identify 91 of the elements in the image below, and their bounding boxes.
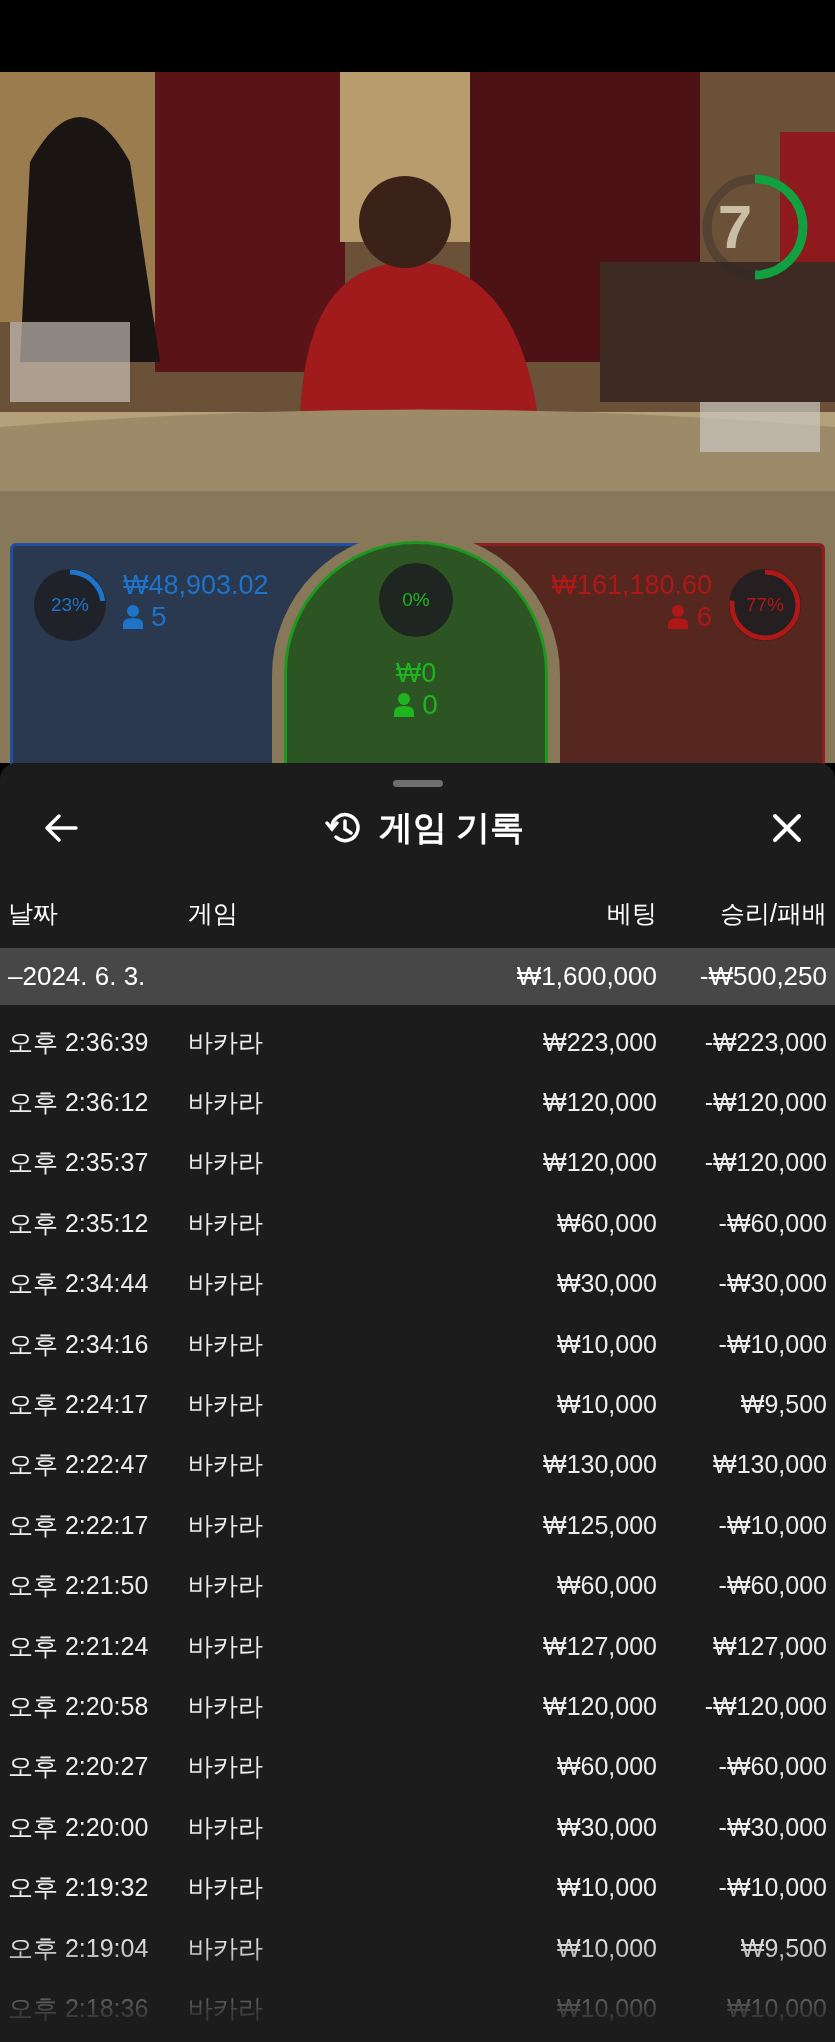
bet-cell-text: ₩10,000	[555, 1873, 657, 1903]
bet-cell-text: ₩120,000	[542, 1148, 657, 1178]
time-cell-text: 오후 2:24:17	[8, 1389, 150, 1421]
result-cell-text: -₩120,000	[703, 1692, 827, 1721]
result-cell-text: -₩30,000	[717, 1269, 827, 1299]
bet-cell-text: ₩223,000	[542, 1027, 657, 1057]
bet-cell-text: ₩60,000	[555, 1208, 657, 1238]
game-cell-text: 바카라	[188, 1509, 264, 1541]
result-cell-text: ₩9,500	[739, 1390, 827, 1420]
result-cell-text: -₩60,000	[717, 1571, 827, 1601]
game-cell-text: 바카라	[188, 1872, 264, 1904]
bet-cell-text: ₩10,000	[555, 1993, 657, 2023]
result-cell-text: ₩9,500	[739, 1933, 827, 1963]
time-cell-text: 오후 2:34:16	[8, 1328, 150, 1360]
result-cell-text: ₩127,000	[712, 1631, 827, 1661]
result-cell-text: -₩120,000	[703, 1088, 827, 1118]
game-cell-text: 바카라	[188, 1992, 264, 2024]
drag-handle[interactable]	[392, 780, 443, 787]
column-header: 날짜	[8, 898, 59, 929]
bet-cell-text: ₩10,000	[555, 1329, 657, 1359]
bet-cell-text: ₩127,000	[542, 1631, 657, 1661]
player-count: 5	[151, 602, 167, 632]
game-cell-text: 바카라	[188, 1630, 264, 1662]
bet-cell-text: ₩120,000	[542, 1692, 657, 1721]
game-cell-text: 바카라	[188, 1026, 264, 1058]
countdown-number: 7	[716, 194, 754, 260]
time-cell-text: 오후 2:22:47	[8, 1449, 150, 1481]
total-bet: ₩1,600,000	[515, 961, 657, 992]
result-cell-text: -₩10,000	[717, 1873, 827, 1903]
time-cell-text: 오후 2:34:44	[8, 1268, 150, 1300]
bet-cell-text: ₩60,000	[555, 1571, 657, 1601]
game-cell-text: 바카라	[188, 1207, 264, 1239]
time-cell-text: 오후 2:36:12	[8, 1087, 150, 1119]
game-cell-text: 바카라	[188, 1570, 264, 1602]
bet-cell-text: ₩10,000	[555, 1933, 657, 1963]
date-group-row[interactable]: –2024. 6. 3. ₩1,600,000 -₩500,250	[0, 948, 835, 1005]
column-header: 게임	[188, 898, 239, 929]
date-label: –2024. 6. 3.	[8, 961, 147, 992]
bet-cell-text: ₩30,000	[555, 1812, 657, 1842]
bet-amount: ₩48,903.02	[123, 569, 269, 602]
person-icon	[394, 693, 415, 717]
time-cell-text: 오후 2:35:12	[8, 1207, 150, 1239]
bet-cell-text: ₩10,000	[555, 1390, 657, 1420]
bet-cell-text: ₩130,000	[542, 1450, 657, 1480]
game-cell-text: 바카라	[188, 1147, 264, 1179]
percent-label: 23%	[50, 594, 90, 616]
bet-cell-text: ₩120,000	[542, 1088, 657, 1118]
time-cell-text: 오후 2:36:39	[8, 1026, 150, 1058]
result-cell-text: -₩120,000	[703, 1148, 827, 1178]
result-cell-text: ₩10,000	[725, 1993, 827, 2023]
column-header: 베팅	[606, 898, 657, 929]
close-icon	[771, 812, 803, 844]
time-cell-text: 오후 2:22:17	[8, 1509, 150, 1541]
player-count: 0	[422, 690, 438, 720]
result-cell-text: -₩30,000	[717, 1812, 827, 1842]
bet-amount: ₩161,180.60	[551, 569, 712, 602]
time-cell-text: 오후 2:21:24	[8, 1630, 150, 1662]
game-cell-text: 바카라	[188, 1268, 264, 1300]
result-cell-text: ₩130,000	[712, 1450, 827, 1480]
result-cell-text: -₩223,000	[703, 1027, 827, 1057]
time-cell-text: 오후 2:20:58	[8, 1691, 150, 1722]
time-cell-text: 오후 2:18:36	[8, 1992, 150, 2024]
column-header: 승리/패배	[719, 898, 827, 929]
time-cell-text: 오후 2:20:27	[8, 1751, 150, 1783]
result-cell-text: -₩10,000	[717, 1329, 827, 1359]
result-cell-text: -₩60,000	[717, 1208, 827, 1238]
time-cell-text: 오후 2:35:37	[8, 1147, 150, 1179]
game-cell-text: 바카라	[188, 1087, 264, 1119]
game-cell-text: 바카라	[188, 1751, 264, 1783]
result-cell-text: -₩60,000	[717, 1752, 827, 1782]
time-cell-text: 오후 2:19:32	[8, 1872, 150, 1904]
game-cell-text: 바카라	[188, 1691, 264, 1722]
game-cell-text: 바카라	[188, 1811, 264, 1843]
person-icon	[123, 605, 143, 629]
time-cell-text: 오후 2:20:00	[8, 1811, 150, 1843]
bet-cell-text: ₩125,000	[542, 1510, 657, 1540]
game-cell-text: 바카라	[188, 1389, 264, 1421]
game-cell-text: 바카라	[188, 1328, 264, 1360]
sheet-title: 게임 기록	[378, 807, 525, 848]
back-arrow-icon	[44, 813, 78, 843]
time-cell-text: 오후 2:19:04	[8, 1932, 150, 1964]
result-cell-text: -₩10,000	[717, 1510, 827, 1540]
bet-cell-text: ₩30,000	[555, 1269, 657, 1299]
person-icon	[668, 605, 689, 629]
game-cell-text: 바카라	[188, 1449, 264, 1481]
total-result: -₩500,250	[698, 961, 827, 992]
bet-cell-text: ₩60,000	[555, 1752, 657, 1782]
time-cell-text: 오후 2:21:50	[8, 1570, 150, 1602]
player-count: 6	[696, 602, 712, 632]
game-cell-text: 바카라	[188, 1932, 264, 1964]
percent-label: 77%	[745, 594, 785, 616]
